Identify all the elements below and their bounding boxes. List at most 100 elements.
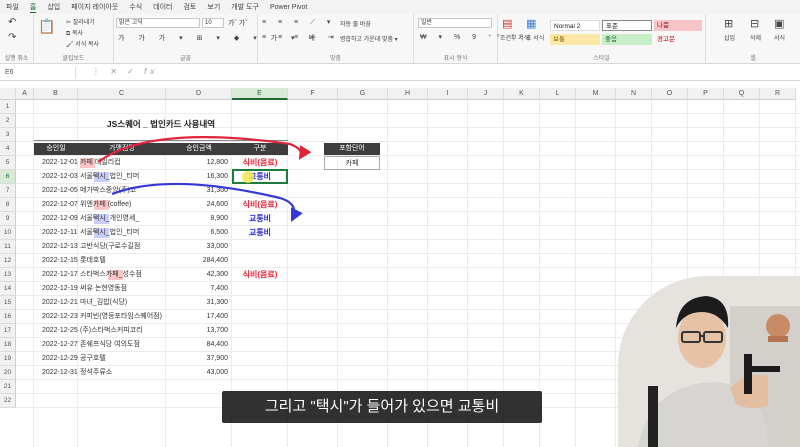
date-cell[interactable]: 2022-12-13 [42, 240, 78, 254]
font-size-select[interactable]: 10 [202, 18, 224, 28]
style-normal2[interactable]: Normal 2 [550, 20, 600, 31]
date-cell[interactable]: 2022-12-27 [42, 338, 78, 352]
wrap-text-button[interactable]: 자동 줄 바꿈 [340, 19, 371, 28]
date-cell[interactable]: 2022-12-15 [42, 254, 78, 268]
row-header[interactable]: 17 [0, 324, 16, 338]
column-header[interactable]: O [652, 88, 688, 100]
undo-icon[interactable]: ↶ [8, 17, 16, 28]
row-header[interactable]: 4 [0, 142, 16, 156]
cut-button[interactable]: ✂ 잘라내기 [66, 17, 95, 26]
amount-cell[interactable]: 8,900 [166, 212, 228, 226]
merchant-cell[interactable]: 공구호텔 [80, 352, 106, 366]
format-painter-button[interactable]: 🖌 서식 복사 [66, 39, 99, 48]
formula-input[interactable] [140, 67, 790, 79]
amount-cell[interactable]: 284,400 [166, 254, 228, 268]
amount-cell[interactable]: 7,400 [166, 282, 228, 296]
insert-cells-button[interactable]: 삽입 [724, 33, 735, 42]
amount-cell[interactable]: 31,300 [166, 184, 228, 198]
row-header[interactable]: 18 [0, 338, 16, 352]
menu-item[interactable]: 개발 도구 [231, 2, 259, 12]
row-header[interactable]: 10 [0, 226, 16, 240]
date-cell[interactable]: 2022-12-19 [42, 282, 78, 296]
delete-cells-button[interactable]: 삭제 [750, 33, 761, 42]
date-cell[interactable]: 2022-12-31 [42, 366, 78, 380]
column-header[interactable]: K [504, 88, 540, 100]
redo-icon[interactable]: ↷ [8, 32, 16, 43]
number-format-select[interactable]: 일반 [418, 18, 492, 28]
table-format-icon[interactable]: ▦ [526, 17, 536, 30]
menu-item[interactable]: Power Pivot [270, 4, 307, 11]
amount-cell[interactable]: 84,400 [166, 338, 228, 352]
style-warning[interactable]: 경고문 [654, 34, 702, 45]
conditional-format-button[interactable]: 조건부 서식 [500, 33, 529, 42]
merchant-cell[interactable]: 위엔카페 (coffee) [80, 198, 131, 212]
row-header[interactable]: 16 [0, 310, 16, 324]
column-header[interactable]: E [232, 88, 288, 100]
lookup-value[interactable]: 카페 [324, 156, 380, 170]
merchant-cell[interactable]: 서울택시_법인_티머 [80, 226, 139, 240]
active-cell-outline[interactable] [232, 169, 288, 184]
copy-button[interactable]: ⧉ 복사 [66, 28, 83, 38]
merchant-cell[interactable]: 써유 논현영동점 [80, 282, 127, 296]
merchant-cell[interactable]: 서울택시_법인_티머 [80, 170, 139, 184]
row-header[interactable]: 15 [0, 296, 16, 310]
align-bottom-icons[interactable]: ≡ ≡ ≡ ⇤ ⇥ [262, 33, 339, 41]
row-header[interactable]: 19 [0, 352, 16, 366]
style-neutral[interactable]: 보통 [550, 34, 600, 45]
conditional-format-icon[interactable]: ▤ [502, 17, 512, 30]
row-header[interactable]: 12 [0, 254, 16, 268]
merchant-cell[interactable]: 마녀_김밥(식당) [80, 296, 127, 310]
format-cells-button[interactable]: 서식 [774, 33, 785, 42]
insert-cells-icon[interactable]: ⊞ [724, 17, 733, 30]
amount-cell[interactable]: 13,700 [166, 324, 228, 338]
select-all-corner[interactable] [0, 88, 16, 100]
date-cell[interactable]: 2022-12-25 [42, 324, 78, 338]
column-header[interactable]: M [576, 88, 616, 100]
name-box[interactable]: E6 [2, 67, 76, 79]
amount-cell[interactable]: 17,400 [166, 310, 228, 324]
row-header[interactable]: 3 [0, 128, 16, 142]
date-cell[interactable]: 2022-12-21 [42, 296, 78, 310]
date-cell[interactable]: 2022-12-17 [42, 268, 78, 282]
menu-item[interactable]: 수식 [129, 2, 142, 12]
amount-cell[interactable]: 31,300 [166, 296, 228, 310]
column-header[interactable]: C [78, 88, 166, 100]
menu-item[interactable]: 파일 [6, 2, 19, 12]
date-cell[interactable]: 2022-12-09 [42, 212, 78, 226]
amount-cell[interactable]: 37,900 [166, 352, 228, 366]
amount-cell[interactable]: 42,300 [166, 268, 228, 282]
menu-item[interactable]: 검토 [183, 2, 196, 12]
column-header[interactable]: L [540, 88, 576, 100]
paste-icon[interactable]: 📋 [38, 18, 55, 35]
merchant-cell[interactable]: 커피빈(영등포타임스퀘어점) [80, 310, 162, 324]
menu-item[interactable]: 삽입 [47, 2, 60, 12]
row-header[interactable]: 8 [0, 198, 16, 212]
menu-item[interactable]: 홈 [29, 2, 37, 13]
column-header[interactable]: G [338, 88, 388, 100]
row-header[interactable]: 20 [0, 366, 16, 380]
merchant-cell[interactable]: 카페 데일리컵 [80, 156, 121, 170]
row-header[interactable]: 13 [0, 268, 16, 282]
category-cell[interactable]: 식비(음료) [232, 156, 288, 170]
row-header[interactable]: 9 [0, 212, 16, 226]
row-header[interactable]: 5 [0, 156, 16, 170]
row-header[interactable]: 2 [0, 114, 16, 128]
row-header[interactable]: 11 [0, 240, 16, 254]
column-header[interactable]: I [428, 88, 468, 100]
column-header[interactable]: P [688, 88, 724, 100]
column-header[interactable]: J [468, 88, 504, 100]
category-cell[interactable]: 교통비 [232, 212, 288, 226]
column-header[interactable]: D [166, 88, 232, 100]
date-cell[interactable]: 2022-12-03 [42, 170, 78, 184]
column-header[interactable]: Q [724, 88, 760, 100]
amount-cell[interactable]: 24,600 [166, 198, 228, 212]
merchant-cell[interactable]: 서울택시_개인영세_ [80, 212, 139, 226]
menu-item[interactable]: 보기 [207, 2, 220, 12]
merge-center-button[interactable]: 병합하고 가운데 맞춤 ▾ [340, 34, 398, 43]
style-good[interactable]: 좋음 [602, 34, 652, 45]
merchant-cell[interactable]: (주)스타벅스커피코리 [80, 324, 143, 338]
column-header[interactable]: A [16, 88, 34, 100]
row-header[interactable]: 1 [0, 100, 16, 114]
style-normal[interactable]: 표준 [602, 20, 652, 31]
row-header[interactable]: 21 [0, 380, 16, 394]
